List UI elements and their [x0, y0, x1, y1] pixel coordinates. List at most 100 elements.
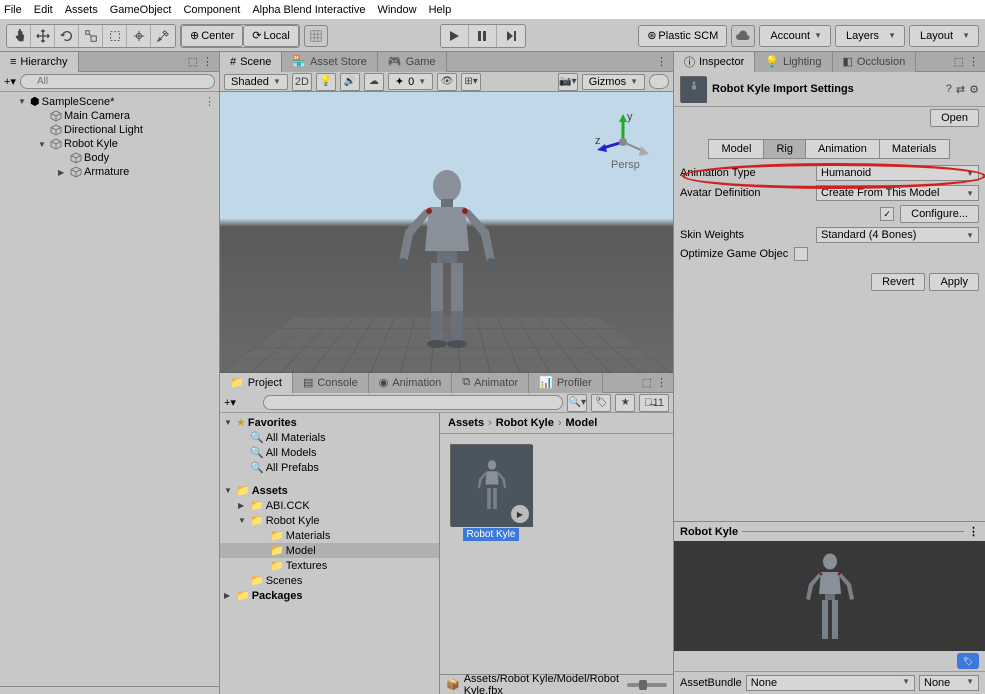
audio-toggle-icon[interactable]: 🔊: [340, 73, 360, 91]
skin-weights-dropdown[interactable]: Standard (4 Bones)▼: [816, 227, 979, 243]
import-tab-materials[interactable]: Materials: [879, 139, 950, 159]
folder-item[interactable]: 📁Materials: [220, 528, 439, 543]
fold-toggle-icon[interactable]: ▼: [238, 516, 248, 525]
step-button-icon[interactable]: [497, 25, 525, 47]
menu-assets[interactable]: Assets: [65, 4, 98, 16]
avatar-def-dropdown[interactable]: Create From This Model▼: [816, 185, 979, 201]
menu-help[interactable]: Help: [429, 4, 452, 16]
folder-item[interactable]: ▶📁ABI.CCK: [220, 498, 439, 513]
tab-project[interactable]: 📁Project: [220, 373, 293, 393]
layout-dropdown[interactable]: Layout▼: [909, 25, 979, 47]
shading-dropdown[interactable]: Shaded▼: [224, 74, 288, 90]
tab-animator[interactable]: ⧉Animator: [452, 373, 529, 393]
fold-toggle-icon[interactable]: ▼: [18, 97, 28, 106]
vcs-button[interactable]: ⊛Plastic SCM: [638, 25, 727, 47]
play-button-icon[interactable]: [441, 25, 469, 47]
optimize-checkbox[interactable]: [794, 247, 808, 261]
packages-header[interactable]: ▶📁Packages: [220, 588, 439, 603]
favorite-item[interactable]: 🔍All Materials: [220, 430, 439, 445]
hierarchy-item[interactable]: Directional Light: [0, 123, 219, 137]
preview-header[interactable]: Robot Kyle ⋮: [674, 522, 985, 541]
menu-dots-icon[interactable]: ⋮: [968, 525, 979, 538]
hierarchy-item[interactable]: Body: [0, 151, 219, 165]
open-button[interactable]: Open: [930, 109, 979, 127]
thumbnail-size-slider[interactable]: [627, 683, 667, 687]
favorites-header[interactable]: ▼★Favorites: [220, 415, 439, 430]
tab-lighting[interactable]: 💡Lighting: [755, 52, 832, 72]
folder-item[interactable]: ▼📁Robot Kyle: [220, 513, 439, 528]
mode-2d-toggle[interactable]: 2D: [292, 73, 312, 91]
search-by-label-icon[interactable]: 🏷: [591, 394, 611, 412]
layers-dropdown[interactable]: Layers▼: [835, 25, 905, 47]
panel-menu[interactable]: ⋮: [650, 55, 673, 68]
tab-game[interactable]: 🎮Game: [378, 52, 447, 72]
import-tab-rig[interactable]: Rig: [763, 139, 806, 159]
tab-hierarchy[interactable]: ≡ Hierarchy: [0, 52, 79, 72]
breadcrumb-item[interactable]: Assets: [448, 417, 484, 429]
menu-component[interactable]: Component: [183, 4, 240, 16]
configure-button[interactable]: Configure...: [900, 205, 979, 223]
lighting-toggle-icon[interactable]: 💡: [316, 73, 336, 91]
hierarchy-search-input[interactable]: [20, 74, 215, 89]
menu-window[interactable]: Window: [377, 4, 416, 16]
pause-button-icon[interactable]: [469, 25, 497, 47]
scene-viewport[interactable]: y z Persp: [220, 92, 673, 373]
breadcrumb-item[interactable]: Robot Kyle: [496, 417, 554, 429]
cloud-button-icon[interactable]: [731, 25, 755, 47]
hierarchy-item[interactable]: ▼⬢SampleScene*⋮: [0, 94, 219, 109]
play-preview-icon[interactable]: ▶: [511, 505, 529, 523]
fold-toggle-icon[interactable]: ▶: [58, 168, 68, 177]
assetbundle-dropdown[interactable]: None▼: [746, 675, 915, 691]
project-search-input[interactable]: [263, 395, 563, 410]
revert-button[interactable]: Revert: [871, 273, 925, 291]
hierarchy-item[interactable]: ▶Armature: [0, 165, 219, 179]
fx-toggle-icon[interactable]: ☁: [364, 73, 384, 91]
search-by-type-icon[interactable]: 🔍▾: [567, 394, 587, 412]
scene-search-input[interactable]: [649, 74, 669, 89]
apply-button[interactable]: Apply: [929, 273, 979, 291]
gizmos-dropdown[interactable]: Gizmos▼: [582, 74, 645, 90]
help-icon[interactable]: ?: [946, 83, 952, 96]
import-tab-animation[interactable]: Animation: [805, 139, 880, 159]
breadcrumb-item[interactable]: Model: [565, 417, 597, 429]
folder-item[interactable]: 📁Scenes: [220, 573, 439, 588]
grid-toggle-icon[interactable]: ⊞▾: [461, 73, 481, 91]
fold-toggle-icon[interactable]: ▶: [238, 501, 248, 510]
tab-occlusion[interactable]: ◧Occlusion: [833, 52, 917, 72]
tab-scene[interactable]: #Scene: [220, 52, 282, 72]
hidden-toggle-icon[interactable]: 👁: [437, 73, 457, 91]
folder-item[interactable]: 📁Model: [220, 543, 439, 558]
account-dropdown[interactable]: Account▼: [759, 25, 831, 47]
snap-toggle-icon[interactable]: [304, 25, 328, 47]
menu-edit[interactable]: Edit: [34, 4, 53, 16]
favorite-item[interactable]: 🔍All Models: [220, 445, 439, 460]
anim-type-dropdown[interactable]: Humanoid▼: [816, 165, 979, 181]
panel-menu[interactable]: ⬚⋮: [636, 376, 673, 389]
panel-menu[interactable]: ⬚⋮: [182, 55, 219, 68]
presets-icon[interactable]: ⇄: [956, 83, 965, 96]
settings-icon[interactable]: ⚙: [969, 83, 979, 96]
assets-header[interactable]: ▼📁Assets: [220, 483, 439, 498]
preview-viewport[interactable]: [674, 541, 985, 651]
pivot-toggle[interactable]: ⊕Center: [181, 25, 243, 47]
asset-label-tag-icon[interactable]: 🏷: [957, 653, 979, 669]
tab-console[interactable]: ▤Console: [293, 373, 369, 393]
create-dropdown[interactable]: +▾: [4, 75, 16, 88]
hierarchy-item[interactable]: Main Camera: [0, 109, 219, 123]
tab-inspector[interactable]: ⓘInspector: [674, 52, 755, 72]
menu-gameobject[interactable]: GameObject: [110, 4, 172, 16]
panel-menu[interactable]: ⬚⋮: [948, 55, 985, 68]
assetbundle-variant-dropdown[interactable]: None▼: [919, 675, 979, 691]
menu-file[interactable]: File: [4, 4, 22, 16]
tab-profiler[interactable]: 📊Profiler: [529, 373, 603, 393]
transform-tool-icon[interactable]: [127, 25, 151, 47]
move-tool-icon[interactable]: [31, 25, 55, 47]
favorite-item[interactable]: 🔍All Prefabs: [220, 460, 439, 475]
tab-animation[interactable]: ◉Animation: [369, 373, 453, 393]
project-tree-item[interactable]: [220, 475, 439, 483]
rect-tool-icon[interactable]: [103, 25, 127, 47]
menu-dots-icon[interactable]: ⋮: [204, 95, 215, 108]
folder-item[interactable]: 📁Textures: [220, 558, 439, 573]
custom-tool-icon[interactable]: [151, 25, 175, 47]
menu-abi[interactable]: Alpha Blend Interactive: [252, 4, 365, 16]
